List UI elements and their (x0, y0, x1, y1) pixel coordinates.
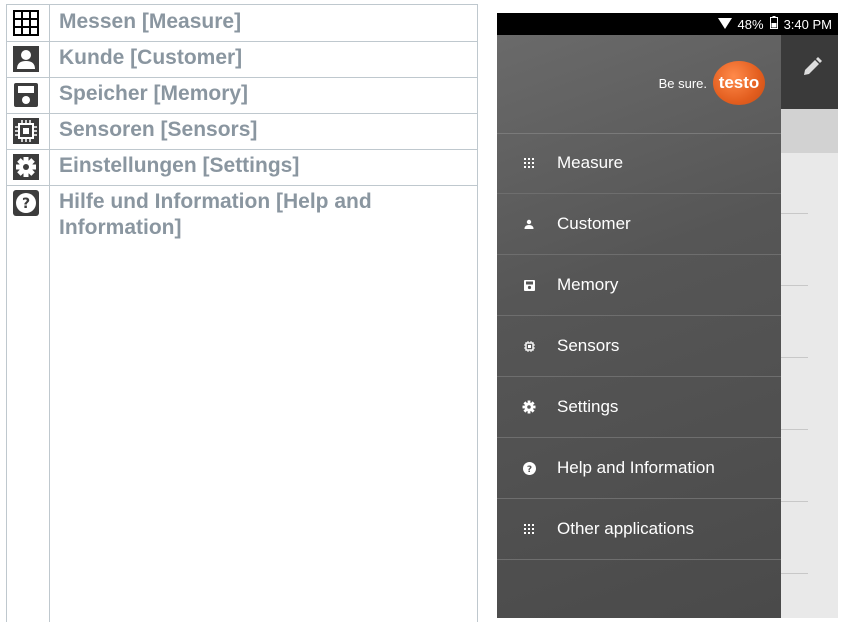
person-icon (11, 45, 41, 73)
save-icon (521, 277, 537, 293)
legend-row-customer: Kunde [Customer] (7, 41, 477, 78)
brand: Be sure. testo (659, 61, 765, 105)
navigation-drawer: Be sure. testo Measure Customer Memory S… (497, 35, 781, 618)
content-divider (781, 357, 808, 358)
grid-icon (521, 521, 537, 537)
menu-item-label: Other applications (557, 519, 695, 538)
menu-item-label: Help and Information (557, 458, 715, 477)
gear-icon (521, 399, 537, 415)
grid-icon (521, 155, 537, 171)
help-icon: ? (11, 189, 41, 217)
wifi-icon (717, 17, 732, 32)
menu-item-label: Settings (557, 397, 619, 416)
legend-row-sensors: Sensoren [Sensors] (7, 113, 477, 150)
legend-label: Speicher [Memory] (59, 82, 249, 105)
legend-label: Messen [Measure] (59, 10, 242, 33)
content-divider (781, 429, 808, 430)
menu-item-sensors[interactable]: Sensors (497, 316, 781, 377)
grid-icon (11, 9, 41, 37)
phone-screenshot: 48% 3:40 PM Be sure. testo Measure Custo… (497, 13, 838, 618)
legend-label: Kunde [Customer] (59, 46, 243, 69)
icon-legend-table: Messen [Measure] Kunde [Customer] Speich… (6, 4, 478, 622)
legend-row-settings: Einstellungen [Settings] (7, 149, 477, 186)
battery-percent: 48% (737, 16, 764, 32)
svg-text:?: ? (22, 196, 30, 212)
save-icon (11, 81, 41, 109)
menu-item-label: Memory (557, 275, 619, 294)
person-icon (521, 216, 537, 232)
menu-item-memory[interactable]: Memory (497, 255, 781, 316)
menu-item-customer[interactable]: Customer (497, 194, 781, 255)
chip-icon (11, 117, 41, 145)
menu-item-measure[interactable]: Measure (497, 133, 781, 194)
legend-row-memory: Speicher [Memory] (7, 77, 477, 114)
chip-icon (521, 338, 537, 354)
gear-icon (11, 153, 41, 181)
edit-icon[interactable] (800, 55, 824, 79)
menu-item-label: Sensors (557, 336, 620, 355)
legend-row-measure: Messen [Measure] (7, 5, 477, 42)
menu-item-label: Measure (557, 153, 624, 172)
legend-label: Hilfe und Information [Help and Informat… (59, 190, 372, 239)
drawer-header: Be sure. testo (497, 35, 781, 134)
menu-item-label: Customer (557, 214, 631, 233)
svg-text:?: ? (526, 465, 531, 475)
content-divider (781, 501, 808, 502)
legend-row-help: ? Hilfe und Information [Help and Inform… (7, 185, 477, 265)
status-time: 3:40 PM (783, 16, 832, 32)
content-divider (781, 573, 808, 574)
battery-icon (769, 16, 778, 32)
menu-item-settings[interactable]: Settings (497, 377, 781, 438)
menu-item-other-applications[interactable]: Other applications (497, 499, 781, 560)
content-divider (781, 285, 808, 286)
content-divider (781, 213, 808, 214)
menu-item-help[interactable]: ? Help and Information (497, 438, 781, 499)
brand-tagline: Be sure. (658, 75, 707, 91)
help-icon: ? (521, 460, 537, 476)
testo-logo: testo (713, 61, 765, 105)
status-bar: 48% 3:40 PM (497, 13, 838, 35)
legend-label: Einstellungen [Settings] (59, 154, 300, 177)
legend-label: Sensoren [Sensors] (59, 118, 258, 141)
